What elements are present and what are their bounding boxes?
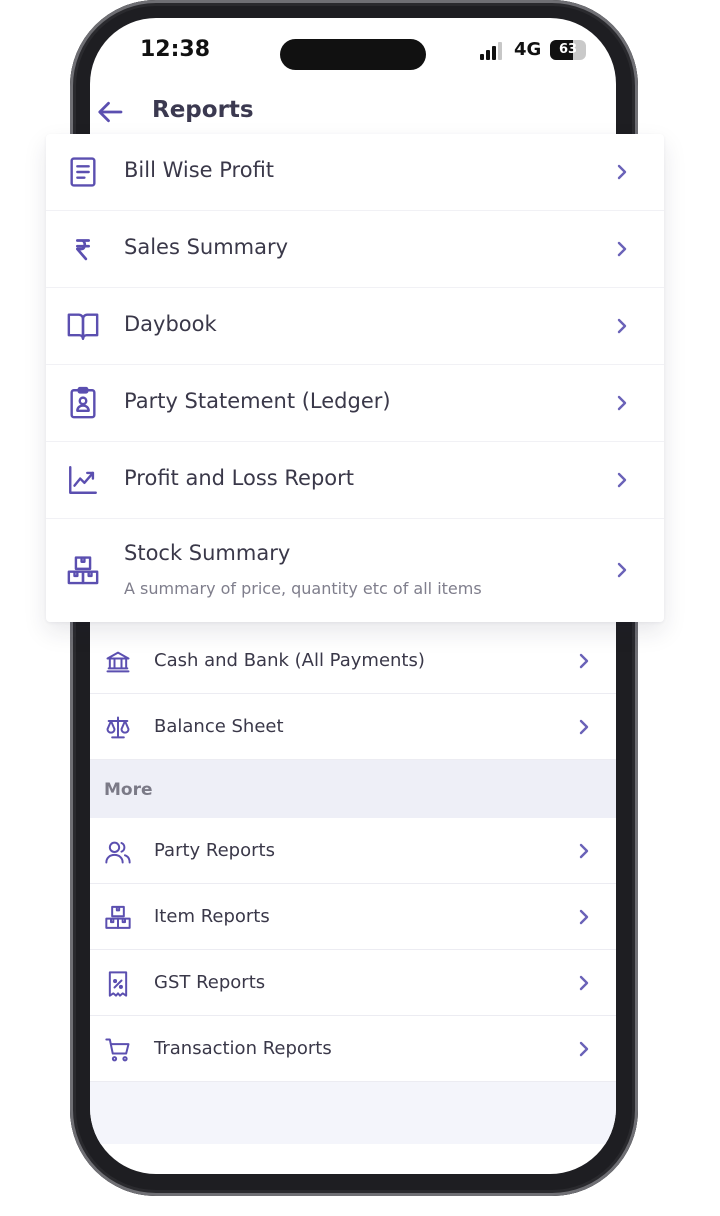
scale-icon: [106, 716, 130, 739]
battery-level: 63: [558, 42, 578, 57]
list-item-label: Party Reports: [154, 840, 275, 861]
bank-icon: [106, 651, 130, 673]
dynamic-island: [280, 39, 426, 70]
report-item-label: Party Statement (Ledger): [124, 389, 391, 413]
chevron-right-icon: [579, 909, 589, 925]
report-item-label: Sales Summary: [124, 235, 289, 259]
report-item-label: Profit and Loss Report: [124, 466, 354, 490]
book-icon: [67, 313, 99, 340]
report-item-party-statement[interactable]: Party Statement (Ledger): [46, 365, 664, 442]
status-time: 12:38: [140, 37, 211, 62]
report-item-label: Daybook: [124, 312, 217, 336]
back-arrow-icon[interactable]: [96, 97, 126, 127]
list-item-label: Item Reports: [154, 906, 270, 927]
chevron-right-icon: [617, 164, 627, 180]
list-item-label: Cash and Bank (All Payments): [154, 650, 425, 671]
chevron-right-icon: [579, 975, 589, 991]
chevron-right-icon: [617, 395, 627, 411]
chevron-right-icon: [579, 843, 589, 859]
bottom-spacer: [90, 1082, 616, 1144]
chevron-right-icon: [617, 472, 627, 488]
chevron-right-icon: [579, 1041, 589, 1057]
boxes-icon: [105, 905, 131, 929]
chevron-right-icon: [617, 318, 627, 334]
report-item-profit-and-loss[interactable]: Profit and Loss Report: [46, 442, 664, 519]
rupee-icon: [75, 239, 91, 261]
chevron-right-icon: [579, 653, 589, 669]
section-header-more: More: [90, 760, 616, 818]
list-item-gst-reports[interactable]: GST Reports: [90, 950, 616, 1016]
percent-receipt-icon: [108, 971, 128, 997]
report-item-daybook[interactable]: Daybook: [46, 288, 664, 365]
clipboard-user-icon: [70, 386, 96, 419]
list-item-transaction-reports[interactable]: Transaction Reports: [90, 1016, 616, 1082]
chevron-right-icon: [617, 562, 627, 578]
page-title: Reports: [152, 97, 254, 123]
chevron-right-icon: [579, 719, 589, 735]
chevron-right-icon: [617, 241, 627, 257]
featured-reports-card: Bill Wise Profit Sales Summary Daybook P…: [46, 134, 664, 622]
list-item-item-reports[interactable]: Item Reports: [90, 884, 616, 950]
list-item-label: Transaction Reports: [154, 1038, 332, 1059]
signal-icon: [480, 42, 506, 60]
battery-icon: 63: [550, 40, 586, 60]
status-bar: 12:38 4G 63: [90, 18, 616, 84]
report-item-label: Bill Wise Profit: [124, 158, 275, 182]
list-item-label: GST Reports: [154, 972, 266, 993]
network-type: 4G: [514, 39, 542, 60]
report-item-bill-wise-profit[interactable]: Bill Wise Profit: [46, 134, 664, 211]
list-item-party-reports[interactable]: Party Reports: [90, 818, 616, 884]
reports-list: Cash and Bank (All Payments) Balance She…: [90, 628, 616, 1144]
list-item-label: Balance Sheet: [154, 716, 284, 737]
document-icon: [70, 157, 96, 187]
report-item-label: Stock Summary: [124, 541, 291, 565]
boxes-icon: [67, 556, 99, 585]
list-item-cash-and-bank[interactable]: Cash and Bank (All Payments): [90, 628, 616, 694]
app-header: Reports: [90, 84, 616, 138]
users-icon: [105, 841, 131, 864]
report-item-sales-summary[interactable]: Sales Summary: [46, 211, 664, 288]
cart-icon: [105, 1038, 130, 1062]
report-item-stock-summary[interactable]: Stock Summary A summary of price, quanti…: [46, 519, 664, 622]
trend-up-icon: [69, 466, 97, 494]
list-item-balance-sheet[interactable]: Balance Sheet: [90, 694, 616, 760]
section-title: More: [104, 780, 153, 800]
report-item-subtitle: A summary of price, quantity etc of all …: [124, 579, 482, 598]
